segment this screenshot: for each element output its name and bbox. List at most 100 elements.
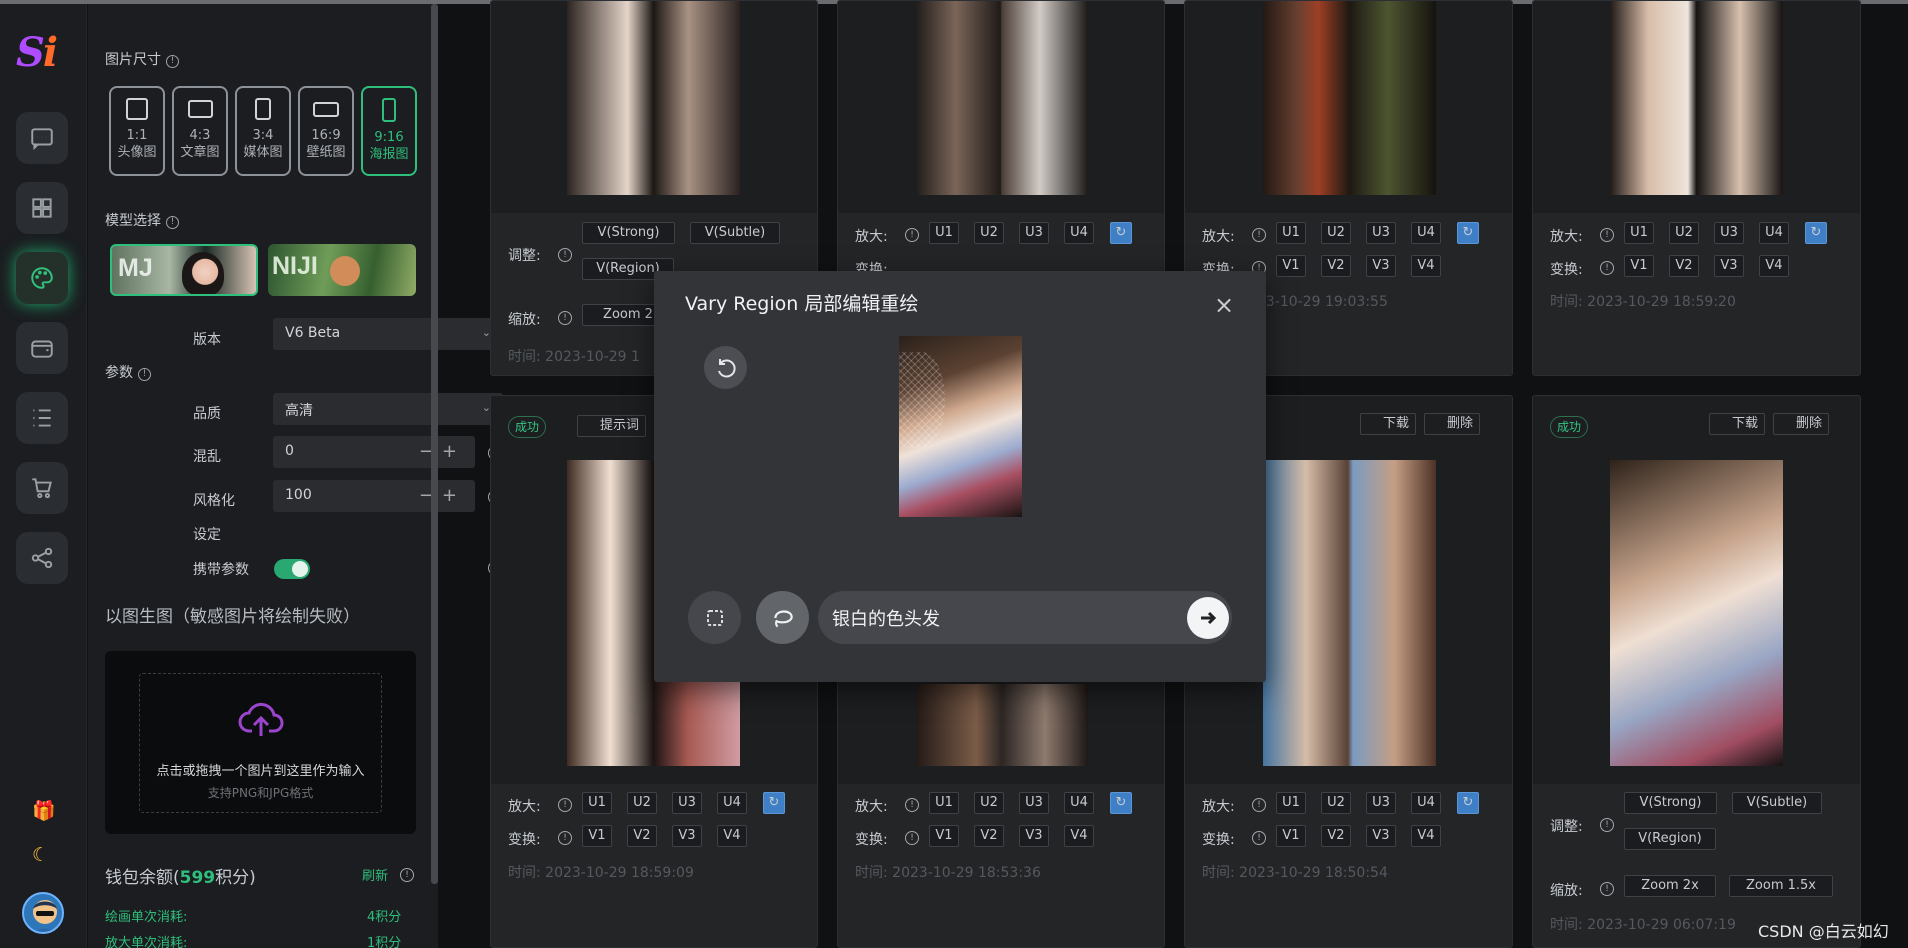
v1-button[interactable]: V1 (1276, 255, 1306, 277)
u3-button[interactable]: U3 (1714, 222, 1744, 244)
v4-button[interactable]: V4 (1759, 255, 1789, 277)
panel-scrollbar[interactable] (431, 4, 438, 884)
generated-image[interactable] (567, 1, 740, 195)
v4-button[interactable]: V4 (717, 825, 747, 847)
chat-nav-button[interactable] (16, 112, 68, 164)
model-option-mj[interactable]: MJ (110, 244, 258, 296)
v3-button[interactable]: V3 (1714, 255, 1744, 277)
v2-button[interactable]: V2 (1321, 255, 1351, 277)
avatar[interactable] (22, 892, 64, 934)
v4-button[interactable]: V4 (1411, 825, 1441, 847)
v3-button[interactable]: V3 (672, 825, 702, 847)
info-icon[interactable]: ! (1600, 261, 1614, 275)
delete-button[interactable]: 删除 (1773, 413, 1830, 435)
u3-button[interactable]: U3 (1019, 792, 1049, 814)
size-option-16-9[interactable]: 16:9 壁纸图 (298, 86, 354, 176)
v4-button[interactable]: V4 (1411, 255, 1441, 277)
draw-nav-button[interactable] (16, 252, 68, 304)
v3-button[interactable]: V3 (1019, 825, 1049, 847)
region-prompt-input[interactable]: 银白的色头发 (818, 591, 1232, 644)
zoom-1-5x-button[interactable]: Zoom 1.5x (1729, 875, 1833, 897)
generated-image-grid[interactable] (916, 684, 1088, 766)
generated-image-grid[interactable] (1610, 1, 1783, 195)
u1-button[interactable]: U1 (1276, 222, 1306, 244)
v-subtle-button[interactable]: V(Subtle) (690, 222, 780, 244)
info-icon[interactable]: ! (1252, 831, 1266, 845)
u4-button[interactable]: U4 (1411, 222, 1441, 244)
u2-button[interactable]: U2 (1669, 222, 1699, 244)
u4-button[interactable]: U4 (1411, 792, 1441, 814)
undo-button[interactable] (704, 346, 747, 389)
carry-params-toggle[interactable] (274, 559, 310, 579)
v1-button[interactable]: V1 (1624, 255, 1654, 277)
u1-button[interactable]: U1 (582, 792, 612, 814)
v1-button[interactable]: V1 (929, 825, 959, 847)
info-icon[interactable]: ! (1252, 798, 1266, 812)
info-icon[interactable]: ! (166, 55, 179, 68)
u3-button[interactable]: U3 (1366, 792, 1396, 814)
v-strong-button[interactable]: V(Strong) (582, 222, 675, 244)
cart-nav-button[interactable] (16, 462, 68, 514)
v1-button[interactable]: V1 (1276, 825, 1306, 847)
info-icon[interactable]: ! (138, 368, 151, 381)
v2-button[interactable]: V2 (974, 825, 1004, 847)
model-option-niji[interactable]: NIJI (268, 244, 416, 296)
apps-nav-button[interactable] (16, 182, 68, 234)
size-option-4-3[interactable]: 4:3 文章图 (172, 86, 228, 176)
chaos-stepper[interactable]: 0 −+ (273, 436, 475, 468)
v1-button[interactable]: V1 (582, 825, 612, 847)
v4-button[interactable]: V4 (1064, 825, 1094, 847)
stylize-stepper[interactable]: 100 −+ (273, 480, 475, 512)
refresh-link[interactable]: 刷新 (362, 865, 388, 884)
u3-button[interactable]: U3 (672, 792, 702, 814)
info-icon[interactable]: ! (1600, 228, 1614, 242)
v-strong-button[interactable]: V(Strong) (1624, 792, 1717, 814)
reroll-button[interactable]: ↻ (1457, 222, 1479, 244)
u4-button[interactable]: U4 (1759, 222, 1789, 244)
share-nav-button[interactable] (16, 532, 68, 584)
generated-image[interactable] (1610, 460, 1783, 766)
download-button[interactable]: 下载 (1360, 413, 1417, 435)
info-icon[interactable]: ! (558, 248, 572, 262)
download-button[interactable]: 下载 (1709, 413, 1766, 435)
u2-button[interactable]: U2 (974, 792, 1004, 814)
reroll-button[interactable]: ↻ (1110, 792, 1132, 814)
region-edit-image[interactable] (899, 336, 1022, 517)
u1-button[interactable]: U1 (1276, 792, 1306, 814)
image-upload-area[interactable]: 点击或拖拽一个图片到这里作为输入 支持PNG和JPG格式 (105, 651, 416, 834)
info-icon[interactable]: ! (905, 228, 919, 242)
quality-select[interactable]: 高清 ⌄ (273, 393, 503, 425)
info-icon[interactable]: ! (558, 311, 572, 325)
size-option-3-4[interactable]: 3:4 媒体图 (235, 86, 291, 176)
close-icon[interactable]: × (1214, 291, 1234, 319)
moon-icon[interactable]: ☾ (32, 844, 49, 866)
size-option-9-16[interactable]: 9:16 海报图 (361, 86, 417, 176)
info-icon[interactable]: ! (1600, 818, 1614, 832)
reroll-button[interactable]: ↻ (1457, 792, 1479, 814)
rect-select-button[interactable] (688, 591, 741, 644)
u1-button[interactable]: U1 (929, 792, 959, 814)
info-icon[interactable]: ! (166, 216, 179, 229)
u1-button[interactable]: U1 (929, 222, 959, 244)
v3-button[interactable]: V3 (1366, 255, 1396, 277)
u4-button[interactable]: U4 (1064, 792, 1094, 814)
v-subtle-button[interactable]: V(Subtle) (1732, 792, 1822, 814)
generated-image-grid[interactable] (916, 1, 1088, 195)
v2-button[interactable]: V2 (1669, 255, 1699, 277)
u3-button[interactable]: U3 (1019, 222, 1049, 244)
info-icon[interactable]: ! (1600, 882, 1614, 896)
u2-button[interactable]: U2 (627, 792, 657, 814)
wallet-nav-button[interactable] (16, 322, 68, 374)
u2-button[interactable]: U2 (1321, 222, 1351, 244)
info-icon[interactable]: ! (1252, 228, 1266, 242)
generated-image-grid[interactable] (1263, 1, 1436, 195)
reroll-button[interactable]: ↻ (1110, 222, 1132, 244)
zoom-2x-button[interactable]: Zoom 2x (1624, 875, 1716, 897)
u2-button[interactable]: U2 (1321, 792, 1351, 814)
u4-button[interactable]: U4 (1064, 222, 1094, 244)
reroll-button[interactable]: ↻ (763, 792, 785, 814)
gift-icon[interactable]: 🎁 (32, 799, 56, 822)
info-icon[interactable]: ! (905, 798, 919, 812)
size-option-1-1[interactable]: 1:1 头像图 (109, 86, 165, 176)
delete-button[interactable]: 删除 (1424, 413, 1481, 435)
